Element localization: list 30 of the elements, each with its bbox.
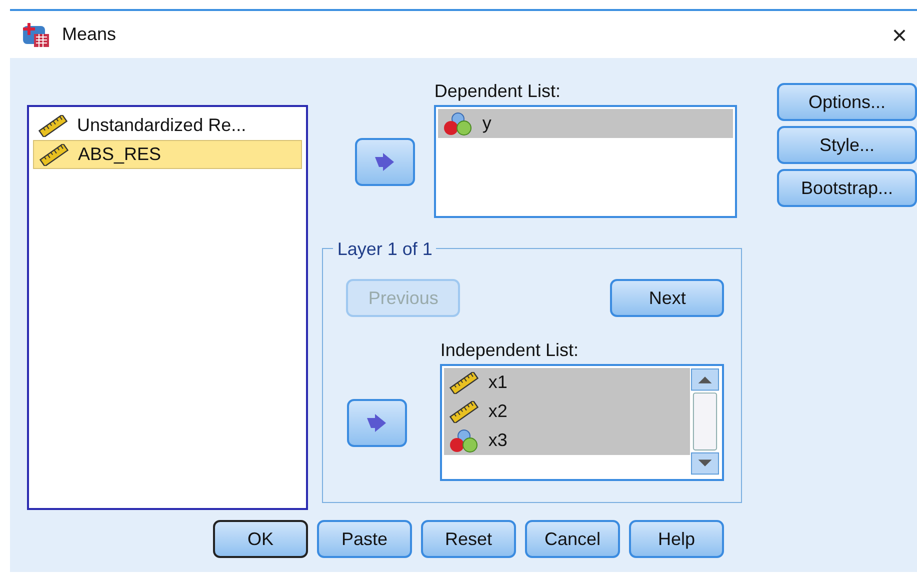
variable-item[interactable]: x1: [444, 368, 690, 397]
variable-item[interactable]: Unstandardized Re...: [33, 111, 302, 140]
dialog-button[interactable]: OK: [213, 520, 308, 558]
close-button[interactable]: ×: [888, 22, 911, 48]
variable-item[interactable]: y: [438, 109, 734, 138]
nominal-icon: [448, 428, 480, 452]
dialog-button[interactable]: Cancel: [525, 520, 620, 558]
nominal-icon: [442, 112, 474, 136]
arrow-icon: [367, 414, 388, 432]
dependent-list[interactable]: y: [434, 105, 738, 218]
scrollbar[interactable]: [690, 368, 720, 477]
dialog-button[interactable]: Reset: [421, 520, 516, 558]
app-icon: [22, 22, 50, 48]
dialog-button[interactable]: Help: [629, 520, 724, 558]
window-title: Means: [62, 23, 116, 46]
dialog-button[interactable]: Style...: [777, 126, 917, 164]
next-button[interactable]: Next: [610, 279, 724, 317]
variable-item[interactable]: x3: [444, 426, 690, 455]
independent-list[interactable]: x1 x2 x3: [440, 364, 724, 481]
dialog-button[interactable]: Options...: [777, 83, 917, 121]
dialog-button[interactable]: Bootstrap...: [777, 169, 917, 207]
variable-item[interactable]: x2: [444, 397, 690, 426]
list-label: Independent List:: [440, 339, 578, 362]
move-button[interactable]: [347, 399, 408, 447]
arrow-icon: [375, 153, 396, 171]
list-label: Dependent List:: [434, 80, 560, 103]
dialog-button[interactable]: Paste: [317, 520, 412, 558]
variable-list[interactable]: Unstandardized Re... ABS_RES: [27, 105, 308, 510]
move-button[interactable]: [355, 138, 416, 186]
variable-item[interactable]: ABS_RES: [33, 140, 302, 169]
